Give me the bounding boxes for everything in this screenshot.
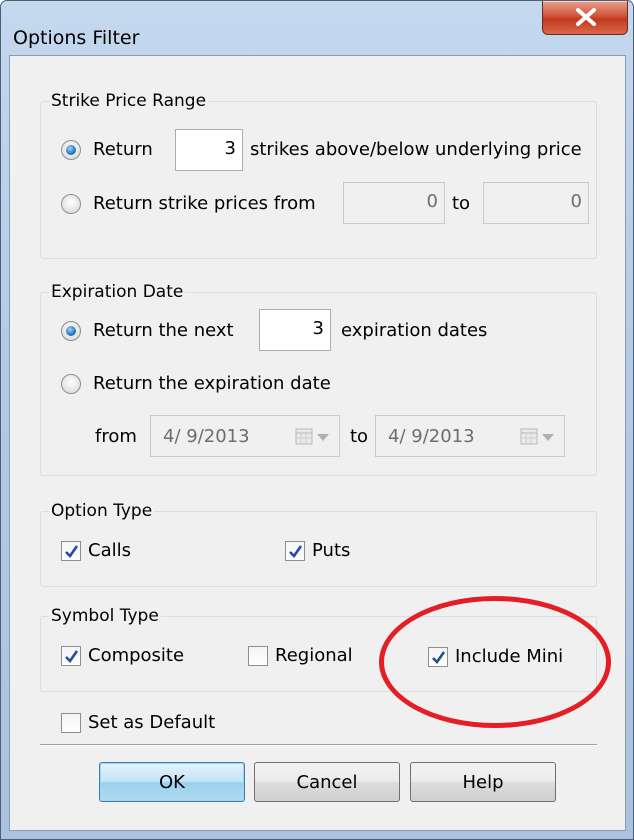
expiration-date-legend: Expiration Date [49, 281, 186, 303]
strike-range-radio[interactable] [61, 194, 81, 214]
strikes-suffix-label: strikes above/below underlying price [250, 139, 582, 160]
option-type-legend: Option Type [49, 500, 155, 522]
return-strikes-radio[interactable] [61, 140, 81, 160]
to-date-picker[interactable]: 4/ 9/2013 [375, 415, 565, 457]
checkmark-icon [65, 650, 79, 664]
window-title: Options Filter [13, 27, 140, 49]
set-default-label: Set as Default [88, 712, 216, 733]
regional-checkbox[interactable] [248, 646, 268, 666]
close-icon [576, 8, 596, 26]
return-next-radio[interactable] [61, 321, 81, 341]
checkmark-icon [289, 545, 303, 559]
regional-label: Regional [275, 645, 353, 666]
from-date-picker[interactable]: 4/ 9/2013 [150, 415, 340, 457]
to-date-value: 4/ 9/2013 [388, 426, 475, 447]
ok-button[interactable]: OK [99, 762, 245, 802]
calendar-dropdown-icon [520, 428, 554, 445]
strike-price-range-legend: Strike Price Range [49, 90, 209, 112]
checkmark-icon [65, 545, 79, 559]
help-button[interactable]: Help [410, 762, 556, 802]
strike-to-label: to [452, 193, 471, 214]
expiration-count-input[interactable]: 3 [259, 309, 331, 351]
options-filter-window: Options Filter Strike Price Range Return… [0, 0, 634, 840]
return-strikes-label: Return [93, 139, 153, 160]
composite-checkbox[interactable] [61, 646, 81, 666]
button-separator [40, 744, 597, 746]
date-to-label: to [350, 426, 369, 447]
checkmark-icon [432, 651, 446, 665]
composite-label: Composite [88, 645, 185, 666]
return-next-label: Return the next [93, 320, 234, 341]
strikes-count-input[interactable]: 3 [175, 129, 243, 171]
dialog-client-area: Strike Price Range Return 3 strikes abov… [9, 55, 626, 831]
puts-label: Puts [312, 540, 351, 561]
set-default-checkbox[interactable] [61, 713, 81, 733]
strike-price-range-group: Strike Price Range [40, 90, 597, 259]
title-bar[interactable]: Options Filter [1, 1, 633, 51]
strike-from-input[interactable]: 0 [343, 182, 445, 224]
date-from-label: from [95, 426, 137, 447]
calendar-dropdown-icon [295, 428, 329, 445]
return-date-label: Return the expiration date [93, 373, 331, 394]
symbol-type-legend: Symbol Type [49, 605, 161, 627]
puts-checkbox[interactable] [285, 541, 305, 561]
return-date-radio[interactable] [61, 374, 81, 394]
strike-range-label: Return strike prices from [93, 193, 316, 214]
cancel-button[interactable]: Cancel [254, 762, 400, 802]
include-mini-checkbox[interactable] [428, 647, 448, 667]
calls-label: Calls [88, 540, 131, 561]
include-mini-label: Include Mini [455, 646, 564, 667]
strike-to-input[interactable]: 0 [483, 182, 589, 224]
expiration-suffix-label: expiration dates [341, 320, 488, 341]
calls-checkbox[interactable] [61, 541, 81, 561]
close-button[interactable] [542, 1, 628, 35]
from-date-value: 4/ 9/2013 [163, 426, 250, 447]
